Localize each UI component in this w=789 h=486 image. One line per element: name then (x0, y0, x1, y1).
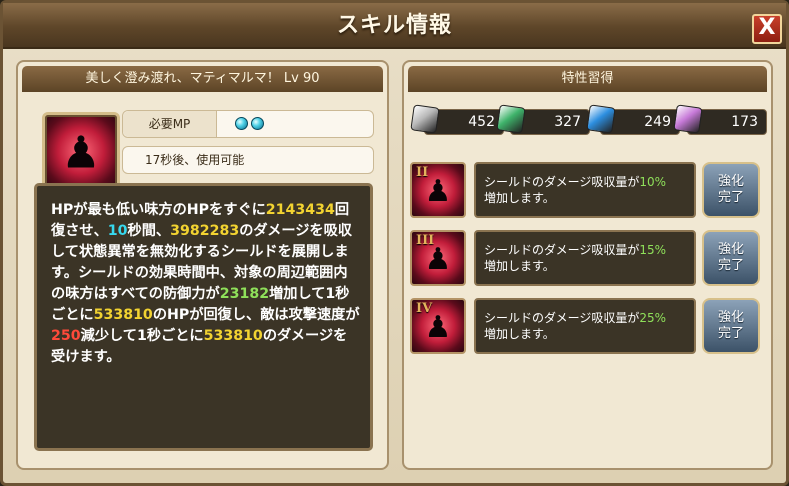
trait-icon: ♟ III (410, 230, 466, 286)
title-bar: スキル情報 (3, 3, 786, 49)
description-segment: 10 (107, 223, 128, 239)
trait-description: シールドのダメージ吸収量が10% 増加します。 (474, 162, 696, 218)
close-button[interactable]: X (752, 14, 782, 44)
purple-book-icon (673, 104, 703, 134)
trait-value: 10% (639, 175, 667, 189)
description-segment: のHPが回復し、敵は攻撃速度が (152, 307, 360, 323)
trait-header: 特性習得 (408, 66, 767, 92)
trait-description: シールドのダメージ吸収量が15% 増加します。 (474, 230, 696, 286)
description-segment: 23182 (219, 286, 270, 302)
trait-rank-numeral: III (416, 233, 435, 248)
green-book-icon (496, 104, 526, 134)
trait-text: 増加します。 (484, 327, 555, 341)
silhouette-icon: ♟ (424, 309, 452, 345)
description-segment: 533810 (203, 328, 263, 344)
description-segment: 秒間、 (127, 223, 171, 239)
trait-text: 増加します。 (484, 259, 555, 273)
trait-rank-numeral: IV (416, 301, 433, 316)
dialog-title: スキル情報 (336, 13, 452, 38)
description-segment: 3982283 (170, 223, 240, 239)
trait-icon: ♟ IV (410, 298, 466, 354)
trait-value: 25% (639, 311, 667, 325)
shield-figure-icon: ♟ (42, 112, 120, 190)
mp-gem-icon (235, 117, 248, 130)
trait-value: 15% (639, 243, 667, 257)
trait-description: シールドのダメージ吸収量が25% 増加します。 (474, 298, 696, 354)
description-segment: 533810 (93, 307, 153, 323)
silver-book-icon (410, 104, 440, 134)
trait-rank-numeral: II (416, 165, 429, 180)
enhance-complete-button[interactable]: 強化 完了 (702, 162, 760, 218)
description-segment: 2143434 (265, 202, 335, 218)
trait-icon: ♟ II (410, 162, 466, 218)
silhouette-icon: ♟ (424, 241, 452, 277)
enhance-complete-button[interactable]: 強化 完了 (702, 298, 760, 354)
mp-gem-icon (251, 117, 264, 130)
trait-text: シールドのダメージ吸収量が (484, 243, 640, 257)
description-segment: 減少して1秒ごとに (80, 328, 204, 344)
trait-text: 増加します。 (484, 191, 555, 205)
silhouette-icon: ♟ (424, 173, 452, 209)
enhance-complete-button[interactable]: 強化 完了 (702, 230, 760, 286)
mp-label: 必要MP (123, 111, 217, 137)
cooldown-status: 17秒後、使用可能 (122, 146, 374, 174)
silhouette-icon: ♟ (61, 127, 101, 179)
description-segment: HPが最も低い味方のHPをすぐに (51, 202, 266, 218)
skill-name-header: 美しく澄み渡れ、マティマルマ！ Lv 90 (22, 66, 383, 92)
trait-text: シールドのダメージ吸収量が (484, 311, 640, 325)
mp-cost-box: 必要MP (122, 110, 374, 138)
trait-text: シールドのダメージ吸収量が (484, 175, 640, 189)
description-segment: 250 (51, 328, 81, 344)
blue-book-icon (586, 104, 616, 134)
skill-description: HPが最も低い味方のHPをすぐに2143434回復させ、10秒間、3982283… (34, 183, 373, 451)
